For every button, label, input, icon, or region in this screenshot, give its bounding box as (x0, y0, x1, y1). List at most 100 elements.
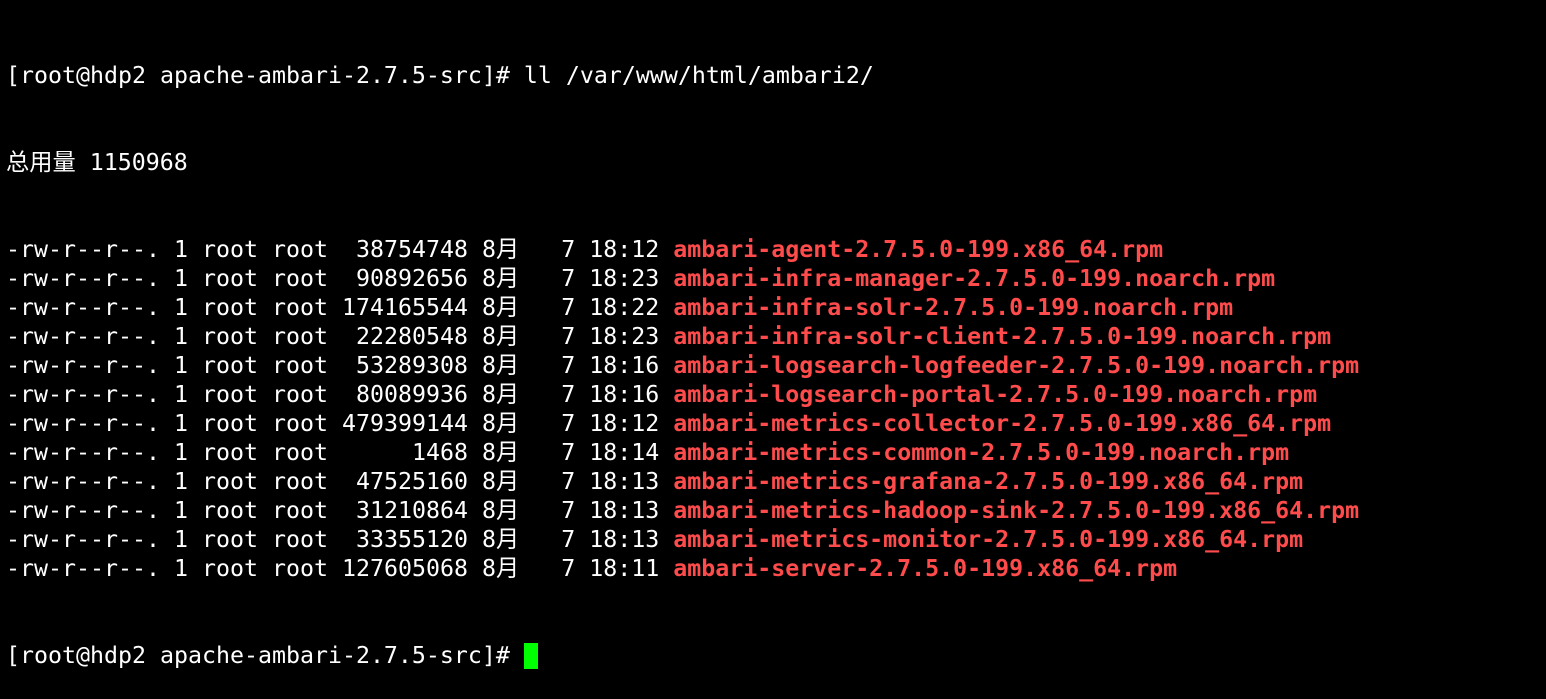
column-gap (468, 409, 482, 438)
file-name: ambari-metrics-common-2.7.5.0-199.noarch… (673, 439, 1290, 466)
column-gap (659, 438, 673, 467)
file-size: 38754748 (355, 236, 468, 263)
column-gap (575, 322, 589, 351)
column-gap (519, 380, 561, 409)
column-gap (328, 380, 342, 409)
file-permissions: -rw-r--r--. (6, 323, 160, 350)
column-gap (328, 264, 342, 293)
file-group: root (271, 526, 328, 553)
file-name: ambari-metrics-grafana-2.7.5.0-199.x86_6… (673, 468, 1304, 495)
column-gap (160, 554, 174, 583)
column-gap (519, 496, 561, 525)
file-time: 18:23 (589, 323, 660, 350)
file-permissions: -rw-r--r--. (6, 526, 160, 553)
column-gap (258, 467, 272, 496)
column-gap (160, 293, 174, 322)
file-group: root (271, 439, 328, 466)
file-link-count: 1 (173, 323, 188, 350)
file-time: 18:14 (589, 439, 660, 466)
column-gap (575, 525, 589, 554)
column-gap (659, 293, 673, 322)
file-month: 8月 (481, 555, 520, 582)
file-row: -rw-r--r--. 1 root root 127605068 8月 7 1… (6, 554, 1546, 583)
column-gap (258, 264, 272, 293)
column-gap (468, 438, 482, 467)
file-list: -rw-r--r--. 1 root root 38754748 8月 7 18… (6, 235, 1546, 583)
file-row: -rw-r--r--. 1 root root 174165544 8月 7 1… (6, 293, 1546, 322)
column-gap (188, 351, 202, 380)
file-owner: root (201, 381, 258, 408)
column-gap (519, 467, 561, 496)
column-gap (188, 467, 202, 496)
column-gap (160, 264, 174, 293)
column-gap (468, 264, 482, 293)
column-gap (342, 438, 412, 467)
file-permissions: -rw-r--r--. (6, 265, 160, 292)
file-group: root (271, 468, 328, 495)
file-link-count: 1 (173, 410, 188, 437)
file-day: 7 (561, 555, 576, 582)
column-gap (659, 235, 673, 264)
file-row: -rw-r--r--. 1 root root 38754748 8月 7 18… (6, 235, 1546, 264)
file-link-count: 1 (173, 381, 188, 408)
file-time: 18:12 (589, 236, 660, 263)
column-gap (342, 380, 356, 409)
column-gap (575, 235, 589, 264)
file-link-count: 1 (173, 265, 188, 292)
text-cursor[interactable] (523, 642, 538, 669)
file-time: 18:12 (589, 410, 660, 437)
file-permissions: -rw-r--r--. (6, 555, 160, 582)
column-gap (468, 351, 482, 380)
active-prompt-line[interactable]: [root@hdp2 apache-ambari-2.7.5-src]# (6, 641, 1546, 670)
file-owner: root (201, 236, 258, 263)
column-gap (258, 293, 272, 322)
file-name: ambari-server-2.7.5.0-199.x86_64.rpm (673, 555, 1178, 582)
file-permissions: -rw-r--r--. (6, 410, 160, 437)
file-name: ambari-metrics-hadoop-sink-2.7.5.0-199.x… (673, 497, 1360, 524)
file-owner: root (201, 497, 258, 524)
column-gap (575, 554, 589, 583)
file-day: 7 (561, 526, 576, 553)
file-link-count: 1 (173, 468, 188, 495)
file-owner: root (201, 410, 258, 437)
column-gap (328, 438, 342, 467)
column-gap (519, 351, 561, 380)
file-time: 18:13 (589, 468, 660, 495)
column-gap (258, 380, 272, 409)
column-gap (342, 496, 356, 525)
file-name: ambari-infra-solr-client-2.7.5.0-199.noa… (673, 323, 1332, 350)
column-gap (575, 438, 589, 467)
file-row: -rw-r--r--. 1 root root 53289308 8月 7 18… (6, 351, 1546, 380)
column-gap (659, 380, 673, 409)
file-day: 7 (561, 497, 576, 524)
file-link-count: 1 (173, 439, 188, 466)
column-gap (342, 322, 356, 351)
file-owner: root (201, 468, 258, 495)
column-gap (468, 496, 482, 525)
column-gap (575, 264, 589, 293)
column-gap (659, 322, 673, 351)
terminal-window[interactable]: [root@hdp2 apache-ambari-2.7.5-src]# ll … (0, 0, 1546, 669)
column-gap (188, 525, 202, 554)
column-gap (659, 409, 673, 438)
file-day: 7 (561, 410, 576, 437)
file-month: 8月 (481, 352, 520, 379)
file-time: 18:16 (589, 381, 660, 408)
file-month: 8月 (481, 410, 520, 437)
column-gap (468, 322, 482, 351)
file-row: -rw-r--r--. 1 root root 479399144 8月 7 1… (6, 409, 1546, 438)
file-size: 127605068 (341, 555, 468, 582)
file-month: 8月 (481, 294, 520, 321)
file-link-count: 1 (173, 294, 188, 321)
file-link-count: 1 (173, 497, 188, 524)
column-gap (160, 409, 174, 438)
column-gap (328, 351, 342, 380)
file-permissions: -rw-r--r--. (6, 381, 160, 408)
file-size: 479399144 (341, 410, 468, 437)
file-name: ambari-infra-manager-2.7.5.0-199.noarch.… (673, 265, 1276, 292)
file-permissions: -rw-r--r--. (6, 294, 160, 321)
file-row: -rw-r--r--. 1 root root 90892656 8月 7 18… (6, 264, 1546, 293)
column-gap (575, 380, 589, 409)
column-gap (188, 409, 202, 438)
total-text: 总用量 1150968 (6, 149, 188, 176)
